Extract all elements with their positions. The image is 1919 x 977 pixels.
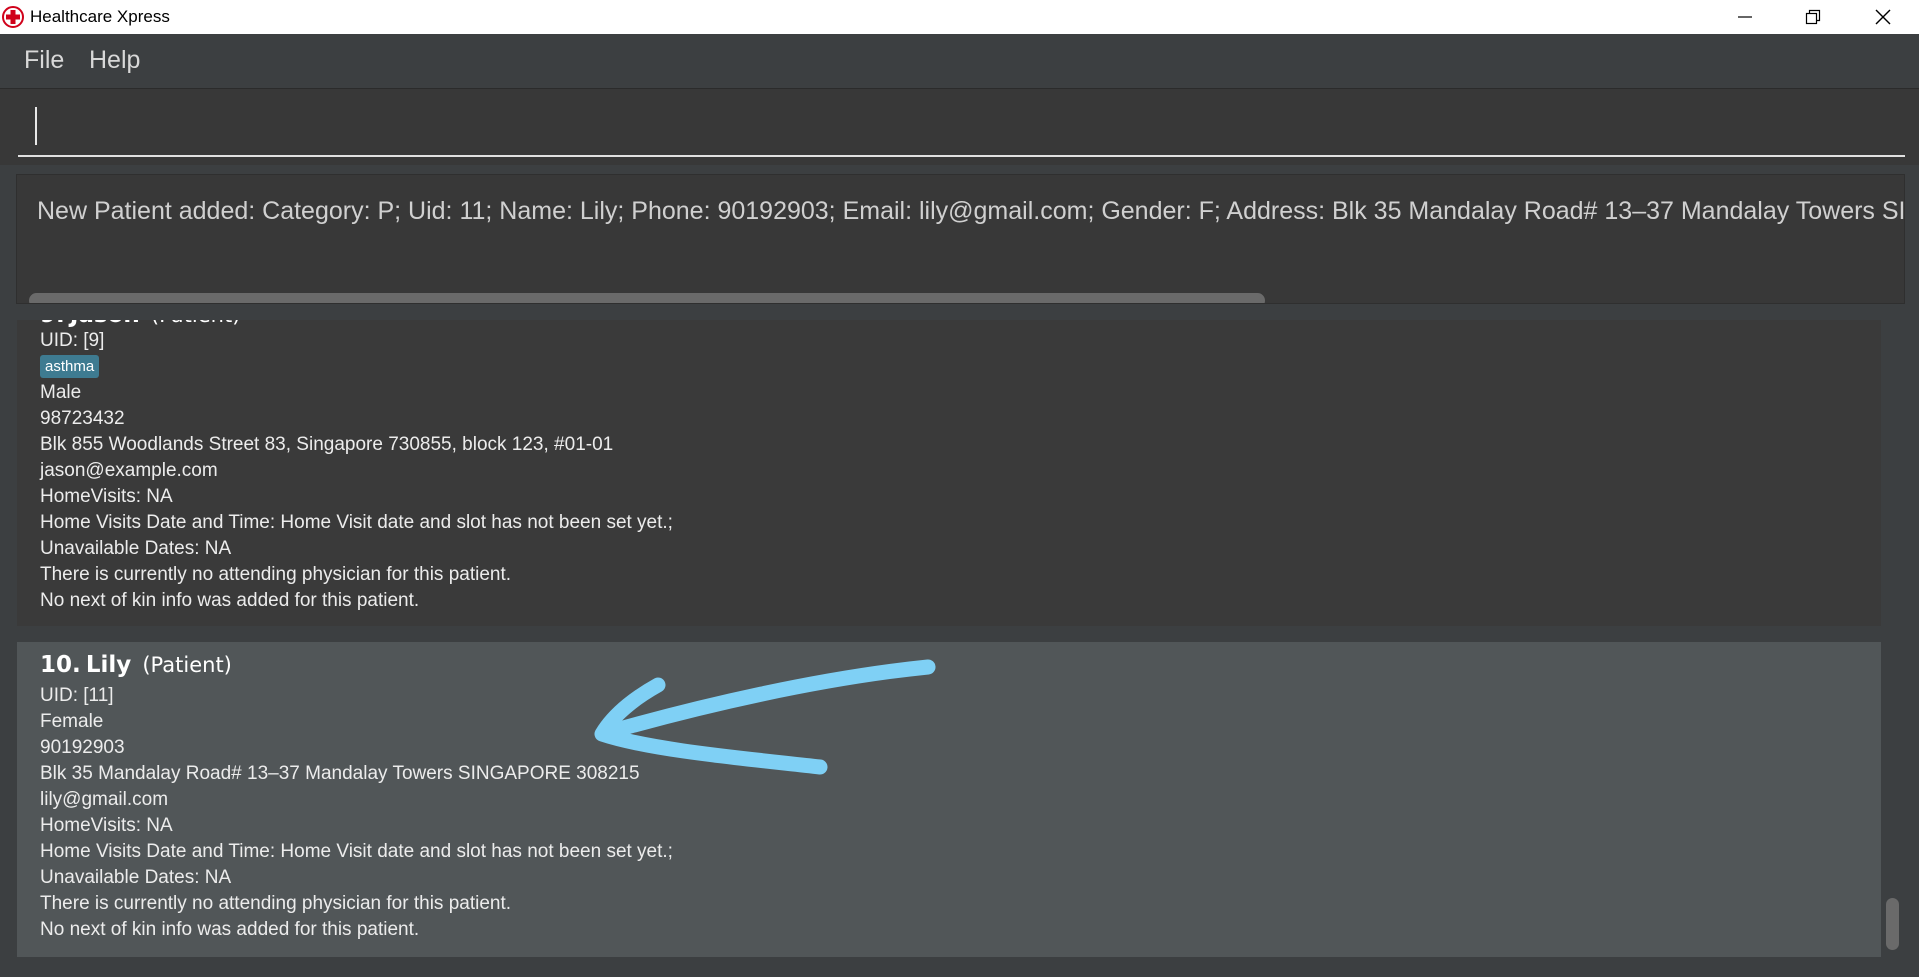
card-uid: UID: [9] [40,330,105,351]
card-unavailable-dates: Unavailable Dates: NA [40,867,232,888]
result-display: New Patient added: Category: P; Uid: 11;… [0,165,1919,315]
card-header: 9. Jason (Patient) [40,320,240,328]
card-unavailable-dates: Unavailable Dates: NA [40,538,232,559]
card-home-visit-datetime: Home Visits Date and Time: Home Visit da… [40,841,673,862]
card-uid: UID: [11] [40,685,114,706]
card-phone: 98723432 [40,408,125,429]
patient-card-lily[interactable]: 10. Lily (Patient) UID: [11] Female 9019… [17,642,1881,957]
card-home-visits: HomeVisits: NA [40,486,173,507]
card-home-visit-datetime: Home Visits Date and Time: Home Visit da… [40,512,673,533]
card-index: 9. [40,320,65,328]
card-physician: There is currently no attending physicia… [40,564,512,585]
menu-file[interactable]: File [24,46,64,75]
status-bar [0,962,1919,977]
card-index: 10. [40,652,81,678]
restore-button[interactable] [1778,0,1848,34]
text-caret [35,107,37,145]
card-gender: Female [40,711,104,732]
minimize-icon [1738,16,1752,18]
command-box [0,88,1919,165]
card-address: Blk 35 Mandalay Road# 13–37 Mandalay Tow… [40,763,640,784]
card-role: (Patient) [142,653,232,677]
menu-help[interactable]: Help [89,46,140,75]
result-box[interactable]: New Patient added: Category: P; Uid: 11;… [16,174,1905,304]
card-header: 10. Lily (Patient) [40,652,232,678]
card-home-visits: HomeVisits: NA [40,815,173,836]
card-gender: Male [40,382,82,403]
card-email: jason@example.com [40,460,218,481]
red-cross-icon [2,6,24,28]
card-email: lily@gmail.com [40,789,169,810]
card-name: Lily [85,652,132,678]
patient-list: 9. Jason (Patient) UID: [9] asthma Male … [0,320,1919,977]
close-icon [1875,9,1891,25]
patient-card-jason[interactable]: 9. Jason (Patient) UID: [9] asthma Male … [17,320,1881,626]
card-name: Jason [70,320,140,328]
condition-tag: asthma [40,355,100,378]
card-role: (Patient) [151,320,241,327]
card-physician: There is currently no attending physicia… [40,893,512,914]
card-next-of-kin: No next of kin info was added for this p… [40,919,420,940]
restore-icon [1805,9,1821,25]
card-phone: 90192903 [40,737,125,758]
title-bar: Healthcare Xpress [0,0,1919,34]
vertical-scrollbar[interactable] [1886,898,1899,950]
horizontal-scrollbar[interactable] [29,293,1265,303]
minimize-button[interactable] [1710,0,1780,34]
window-title: Healthcare Xpress [30,7,170,26]
result-message: New Patient added: Category: P; Uid: 11;… [37,197,1905,225]
close-button[interactable] [1848,0,1918,34]
command-input[interactable] [18,89,1905,157]
menu-bar: File Help [0,34,1919,87]
card-address: Blk 855 Woodlands Street 83, Singapore 7… [40,434,614,455]
card-next-of-kin: No next of kin info was added for this p… [40,590,420,611]
